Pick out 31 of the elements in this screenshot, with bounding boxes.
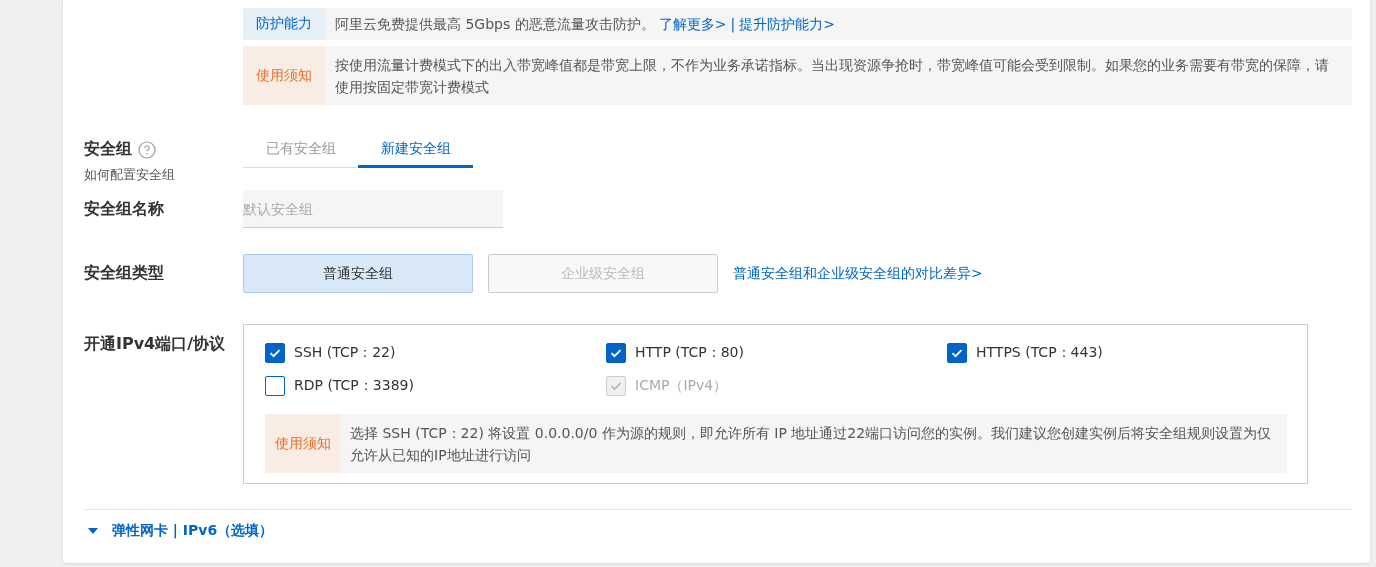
field-label: 安全组 [84, 139, 132, 160]
notice-label: 使用须知 [243, 46, 325, 105]
help-link[interactable]: 如何配置安全组 [84, 166, 175, 184]
notice-label: 使用须知 [265, 414, 340, 473]
checkbox[interactable] [947, 343, 967, 363]
compare-link[interactable]: 普通安全组和企业级安全组的对比差异> [733, 264, 983, 283]
info-label: 防护能力 [243, 8, 325, 40]
tab[interactable]: 新建安全组 [358, 133, 473, 168]
checkbox-label: HTTP (TCP：80) [635, 344, 744, 362]
field-label: 安全组类型 [84, 263, 164, 282]
checkbox-label: HTTPS (TCP：443) [976, 344, 1103, 362]
upgrade-link[interactable]: 提升防护能力> [739, 13, 835, 35]
caret-icon[interactable] [88, 527, 98, 535]
checkbox-label: RDP (TCP：3389) [294, 377, 414, 395]
field-label: 开通IPv4端口/协议 [84, 334, 226, 353]
help-icon[interactable] [138, 140, 156, 159]
notice-text: 按使用流量计费模式下的出入带宽峰值都是带宽上限，不作为业务承诺指标。当出现资源争抢时，带宽峰值可能会受到限制。如果您的业务需要有带宽的保障，请使用按固定带宽计费模式 [335, 55, 1330, 97]
checkbox[interactable] [606, 343, 626, 363]
tab[interactable]: 已有安全组 [243, 133, 358, 168]
input-field[interactable]: 默认安全组 [243, 190, 503, 228]
expand-link[interactable]: 弹性网卡 | IPv6（选填） [112, 522, 274, 540]
info-text: 阿里云免费提供最高 5Gbps 的恶意流量攻击防护。 [335, 15, 655, 34]
link-separator: | [730, 15, 736, 35]
option-button[interactable]: 普通安全组 [243, 254, 473, 293]
notice-text: 选择 SSH (TCP：22) 将设置 0.0.0.0/0 作为源的规则，即允许所有 IP 地址通过22端口访问您的实例。我们建议您创建实例后将安全组规则设置为仅允许从已知的IP地址进行访问 [350, 423, 1273, 465]
checkbox-label: ICMP（IPv4） [635, 377, 728, 395]
checkbox-label: SSH (TCP：22) [294, 344, 396, 362]
checkbox[interactable] [265, 376, 285, 396]
field-label: 安全组名称 [84, 198, 164, 218]
checkbox[interactable] [265, 343, 285, 363]
learn-more-link[interactable]: 了解更多> [658, 13, 727, 35]
